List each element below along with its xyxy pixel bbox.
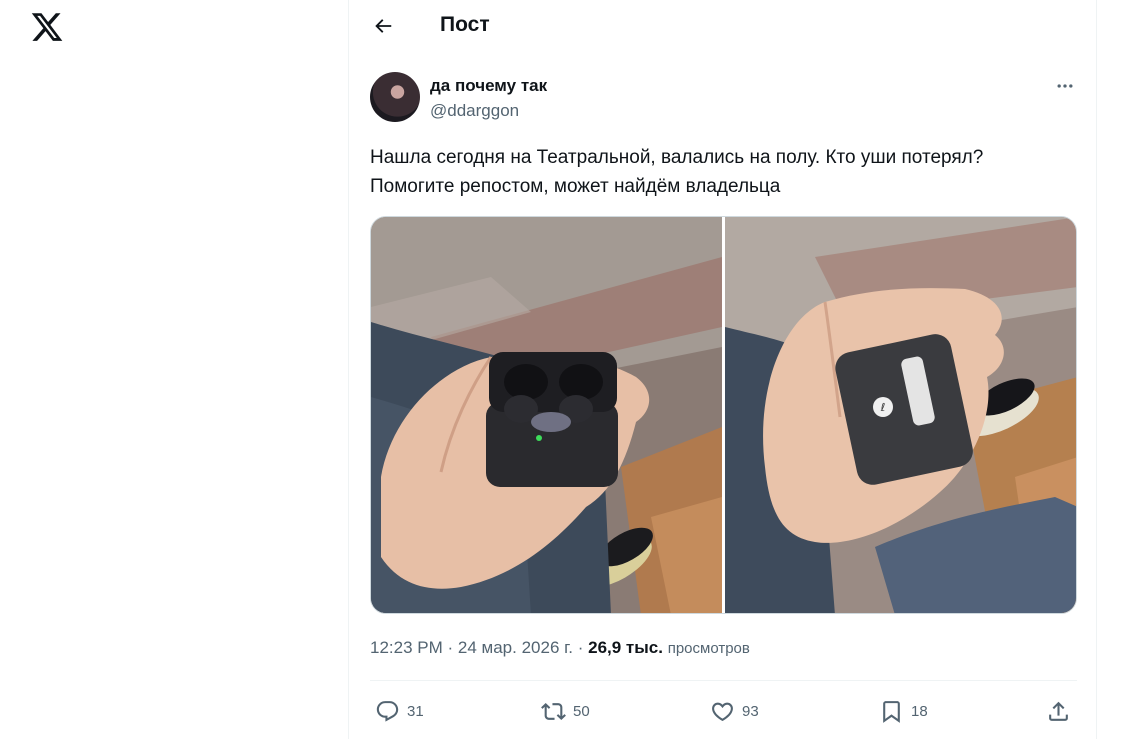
reply-count: 31 (407, 702, 424, 720)
photo-earbuds-open-case[interactable] (371, 217, 722, 613)
views-label: просмотров (667, 640, 750, 657)
bookmark-count: 18 (911, 702, 928, 720)
repost-button[interactable]: 50 (541, 692, 590, 730)
more-button[interactable] (1051, 74, 1079, 98)
bookmark-button[interactable]: 18 (879, 692, 928, 730)
like-count: 93 (742, 702, 759, 720)
repost-count: 50 (573, 702, 590, 720)
meta-separator: · (577, 638, 584, 657)
post-date[interactable]: 24 мар. 2026 г. (458, 638, 573, 657)
photo-earbuds-closed-case[interactable]: ℓ (725, 217, 1076, 613)
divider (370, 680, 1077, 681)
heart-icon (712, 702, 733, 721)
page-title: Пост (440, 13, 490, 36)
reply-icon (376, 700, 399, 722)
repost-icon (541, 702, 566, 720)
avatar[interactable] (370, 72, 420, 122)
post-column: Пост да почему так @ddarggon Нашла сегод… (348, 0, 1097, 739)
more-horizontal-icon (1057, 84, 1073, 88)
x-logo-icon[interactable] (30, 10, 64, 44)
post-media: ℓ (370, 216, 1077, 614)
author-handle[interactable]: @ddarggon (430, 101, 519, 121)
header: Пост (349, 0, 1096, 52)
reply-button[interactable]: 31 (375, 692, 424, 730)
like-button[interactable]: 93 (710, 692, 759, 730)
share-button[interactable] (1046, 692, 1078, 730)
author-display-name[interactable]: да почему так (430, 76, 547, 96)
arrow-left-icon (375, 19, 392, 33)
action-bar: 31 50 93 18 (370, 692, 1077, 730)
post-text: Нашла сегодня на Театральной, валались н… (370, 143, 1070, 201)
post-meta: 12:23 PM · 24 мар. 2026 г. · 26,9 тыс. п… (370, 637, 750, 660)
views-count: 26,9 тыс. (588, 638, 663, 657)
meta-separator: · (447, 638, 454, 657)
post-text-line: Помогите репостом, может найдём владельц… (370, 176, 781, 197)
back-button[interactable] (367, 10, 399, 42)
post-time[interactable]: 12:23 PM (370, 638, 443, 657)
bookmark-icon (883, 700, 900, 723)
svg-text:ℓ: ℓ (880, 401, 886, 414)
share-icon (1049, 701, 1068, 721)
post-text-line: Нашла сегодня на Театральной, валались н… (370, 147, 984, 168)
